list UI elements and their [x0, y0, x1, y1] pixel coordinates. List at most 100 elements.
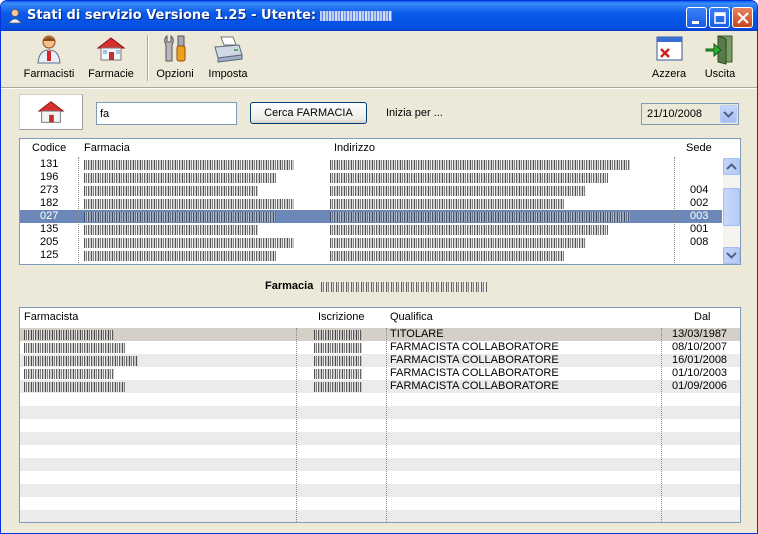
- column-divider: [674, 157, 675, 264]
- pharmacy-code: 273: [40, 184, 59, 196]
- pharmacy-row[interactable]: 273 004: [20, 184, 722, 197]
- redacted-pharmacist-name: [24, 369, 114, 379]
- empty-row[interactable]: [20, 445, 740, 458]
- empty-row[interactable]: [20, 432, 740, 445]
- farmacie-label: Farmacie: [88, 68, 134, 80]
- tools-icon: [164, 34, 186, 62]
- pharmacist-since: 08/10/2007: [672, 341, 728, 353]
- app-window: Stati di servizio Versione 1.25 - Utente…: [0, 0, 758, 534]
- empty-row[interactable]: [20, 458, 740, 471]
- azzera-label: Azzera: [651, 68, 687, 80]
- pharmacy-search-input[interactable]: [96, 102, 237, 125]
- empty-row[interactable]: [20, 484, 740, 497]
- redacted-registration: [314, 356, 362, 366]
- pharmacist-role: FARMACISTA COLLABORATORE: [390, 341, 559, 353]
- redacted-pharmacy-name: [84, 160, 294, 170]
- maximize-button[interactable]: [709, 7, 730, 28]
- pharmacy-badge: [19, 94, 83, 130]
- farmacisti-button[interactable]: Farmacisti: [23, 33, 75, 85]
- pharmacist-role: TITOLARE: [390, 328, 444, 340]
- pharmacist-row[interactable]: FARMACISTA COLLABORATORE 01/09/2006: [20, 380, 740, 393]
- farmacie-button[interactable]: Farmacie: [85, 33, 137, 85]
- redacted-pharmacist-name: [24, 330, 114, 340]
- redacted-pharmacy-name: [84, 251, 276, 261]
- pharmacist-role: FARMACISTA COLLABORATORE: [390, 367, 559, 379]
- window-title: Stati di servizio Versione 1.25 - Utente…: [27, 8, 393, 23]
- pharmacy-row[interactable]: 196: [20, 171, 722, 184]
- scroll-thumb[interactable]: [723, 188, 740, 226]
- scroll-down-button[interactable]: [723, 247, 740, 264]
- col-indirizzo[interactable]: Indirizzo: [334, 139, 375, 157]
- col-iscrizione[interactable]: Iscrizione: [318, 308, 364, 326]
- pharmacy-row[interactable]: 135 001: [20, 223, 722, 236]
- pharmacy-code: 125: [40, 249, 59, 261]
- pharmacy-row-selected[interactable]: 027 003: [20, 210, 722, 223]
- imposta-button[interactable]: Imposta: [205, 33, 251, 85]
- pharmacist-row[interactable]: FARMACISTA COLLABORATORE 16/01/2008: [20, 354, 740, 367]
- redacted-address: [330, 199, 564, 209]
- pharmacy-code: 135: [40, 223, 59, 235]
- column-divider: [661, 328, 662, 522]
- date-dropdown-button[interactable]: [720, 105, 737, 123]
- uscita-button[interactable]: Uscita: [697, 33, 743, 85]
- redacted-registration: [314, 382, 362, 392]
- imposta-label: Imposta: [208, 68, 248, 80]
- pharmacy-house-icon: [96, 37, 126, 61]
- date-picker[interactable]: 21/10/2008: [641, 103, 739, 125]
- pharmacies-scrollbar[interactable]: [723, 158, 740, 264]
- pharmacist-row[interactable]: TITOLARE 13/03/1987: [20, 328, 740, 341]
- pharmacy-sede: 001: [690, 223, 709, 235]
- minimize-icon: [692, 21, 699, 24]
- col-qualifica[interactable]: Qualifica: [390, 308, 433, 326]
- pharmacist-row[interactable]: FARMACISTA COLLABORATORE 01/10/2003: [20, 367, 740, 380]
- pharmacy-row[interactable]: 182 002: [20, 197, 722, 210]
- user-icon: [8, 9, 22, 24]
- redacted-username: [320, 10, 393, 21]
- redacted-registration: [314, 330, 362, 340]
- search-pharmacy-button[interactable]: Cerca FARMACIA: [250, 102, 367, 124]
- redacted-pharmacist-name: [24, 356, 138, 366]
- col-codice[interactable]: Codice: [32, 139, 66, 157]
- pharmacist-icon: [37, 35, 61, 64]
- pharmacies-grid[interactable]: Codice Farmacia Indirizzo Sede 131 196 273…: [19, 138, 741, 265]
- pharmacy-row[interactable]: 125: [20, 249, 722, 262]
- empty-row[interactable]: [20, 471, 740, 484]
- empty-row[interactable]: [20, 419, 740, 432]
- maximize-icon: [714, 12, 726, 24]
- col-dal[interactable]: Dal: [694, 308, 711, 326]
- pharmacy-code: 131: [40, 158, 59, 170]
- pharmacists-grid[interactable]: Farmacista Iscrizione Qualifica Dal TITO…: [19, 307, 741, 523]
- column-divider: [78, 157, 79, 264]
- farmacisti-label: Farmacisti: [23, 68, 75, 80]
- toolbar-divider: [1, 87, 757, 89]
- empty-row[interactable]: [20, 497, 740, 510]
- pharmacy-row[interactable]: 131: [20, 158, 722, 171]
- opzioni-label: Opzioni: [156, 68, 194, 80]
- column-divider: [296, 328, 297, 522]
- opzioni-button[interactable]: Opzioni: [153, 33, 197, 85]
- azzera-button[interactable]: Azzera: [645, 33, 693, 85]
- redacted-address: [330, 212, 630, 222]
- pharmacist-row[interactable]: FARMACISTA COLLABORATORE 08/10/2007: [20, 341, 740, 354]
- empty-row[interactable]: [20, 510, 740, 522]
- redacted-pharmacy-name: [321, 282, 487, 292]
- pharmacy-sede: 003: [690, 210, 709, 222]
- empty-row[interactable]: [20, 393, 740, 406]
- minimize-button[interactable]: [686, 7, 707, 28]
- empty-row[interactable]: [20, 406, 740, 419]
- toolbar-separator: [147, 35, 149, 81]
- col-sede[interactable]: Sede: [686, 139, 712, 157]
- redacted-registration: [314, 343, 362, 353]
- close-button[interactable]: [732, 7, 753, 28]
- title-bar[interactable]: Stati di servizio Versione 1.25 - Utente…: [1, 1, 757, 31]
- redacted-pharmacy-name: [84, 212, 276, 222]
- redacted-pharmacy-name: [84, 173, 276, 183]
- uscita-label: Uscita: [704, 68, 736, 80]
- pharmacy-row[interactable]: 205 008: [20, 236, 722, 249]
- scroll-up-button[interactable]: [723, 158, 740, 175]
- pharmacy-code: 196: [40, 171, 59, 183]
- pharmacy-code: 205: [40, 236, 59, 248]
- col-farmacista[interactable]: Farmacista: [24, 308, 78, 326]
- pharmacist-since: 13/03/1987: [672, 328, 728, 340]
- col-farmacia[interactable]: Farmacia: [84, 139, 130, 157]
